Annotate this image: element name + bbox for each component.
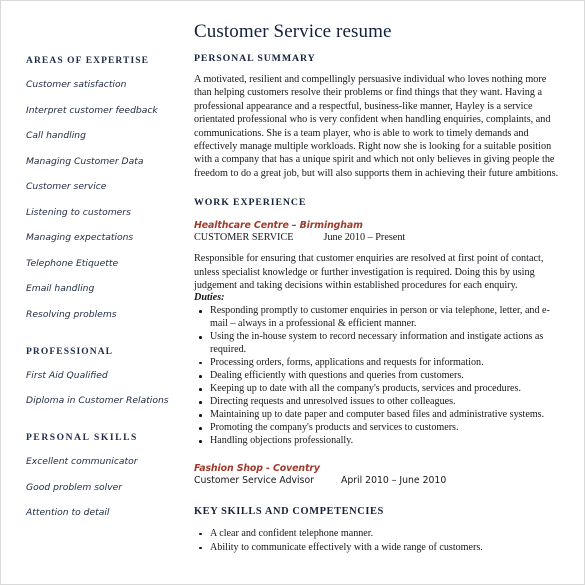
section-heading-key-skills: KEY SKILLS AND COMPETENCIES bbox=[194, 505, 384, 517]
sidebar-item-customer-satisfaction: Customer satisfaction bbox=[26, 79, 127, 90]
job-role: Customer Service Advisor bbox=[194, 474, 314, 486]
sidebar-item-first-aid-qualified: First Aid Qualified bbox=[26, 369, 108, 381]
job-employer-name: Fashion Shop - Coventry bbox=[194, 462, 320, 474]
sidebar-item-good-problem-solver: Good problem solver bbox=[26, 481, 123, 493]
list-item: Ability to communicate effectively with … bbox=[194, 542, 562, 555]
section-heading-work-experience: WORK EXPERIENCE bbox=[194, 197, 307, 209]
job-role: CUSTOMER SERVICE bbox=[194, 232, 294, 244]
main-content: Customer Service resume PERSONAL SUMMARY… bbox=[191, 1, 584, 556]
sidebar-heading-professional: PROFESSIONAL bbox=[26, 346, 114, 357]
list-item: Promoting the company's products and ser… bbox=[194, 422, 562, 435]
personal-summary-text: A motivated, resilient and compellingly … bbox=[194, 74, 559, 179]
sidebar-item-customer-service: Customer service bbox=[26, 181, 107, 192]
resume-page: AREAS OF EXPERTISE Customer satisfaction… bbox=[0, 0, 585, 585]
sidebar: AREAS OF EXPERTISE Customer satisfaction… bbox=[1, 1, 191, 533]
key-skills-list: A clear and confident telephone manner. … bbox=[194, 528, 562, 555]
sidebar-item-call-handling: Call handling bbox=[26, 130, 86, 141]
job-role-and-dates: Customer Service Advisor April 2010 – Ju… bbox=[194, 475, 562, 486]
duties-label: Duties: bbox=[194, 292, 225, 304]
list-item: Responding promptly to customer enquirie… bbox=[194, 305, 562, 330]
list-item: A clear and confident telephone manner. bbox=[194, 528, 562, 541]
job-entry-fashion-shop: Fashion Shop - Coventry Customer Service… bbox=[194, 463, 562, 486]
job-employer-name: Healthcare Centre – Birmingham bbox=[194, 220, 363, 232]
list-item: Keeping up to date with all the company'… bbox=[194, 383, 562, 396]
job-entry-healthcare-centre: Healthcare Centre – Birmingham CUSTOMER … bbox=[194, 220, 562, 448]
list-item: Handling objections professionally. bbox=[194, 435, 562, 448]
list-item: Processing orders, forms, applications a… bbox=[194, 357, 562, 370]
page-title: Customer Service resume bbox=[194, 21, 392, 42]
job-role-and-dates: CUSTOMER SERVICE June 2010 – Present bbox=[194, 232, 562, 243]
list-item: Maintaining up to date paper and compute… bbox=[194, 409, 562, 422]
sidebar-heading-personal-skills: PERSONAL SKILLS bbox=[26, 433, 138, 443]
sidebar-heading-areas-of-expertise: AREAS OF EXPERTISE bbox=[26, 56, 150, 66]
sidebar-item-interpret-customer-feedback: Interpret customer feedback bbox=[26, 104, 158, 116]
job-dates: June 2010 – Present bbox=[323, 232, 406, 244]
list-item: Using the in-house system to record nece… bbox=[194, 331, 562, 356]
sidebar-item-managing-customer-data: Managing Customer Data bbox=[26, 155, 144, 167]
sidebar-item-managing-expectations: Managing expectations bbox=[26, 232, 134, 243]
list-item: Dealing efficiently with questions and q… bbox=[194, 370, 562, 383]
sidebar-item-attention-to-detail: Attention to detail bbox=[26, 507, 110, 518]
sidebar-item-email-handling: Email handling bbox=[26, 283, 95, 294]
job-description: Responsible for ensuring that customer e… bbox=[194, 253, 544, 292]
section-heading-personal-summary: PERSONAL SUMMARY bbox=[194, 53, 316, 64]
sidebar-item-excellent-communicator: Excellent communicator bbox=[26, 456, 138, 467]
sidebar-item-telephone-etiquette: Telephone Etiquette bbox=[26, 257, 119, 269]
list-item: Directing requests and unresolved issues… bbox=[194, 396, 562, 409]
job-dates: April 2010 – June 2010 bbox=[340, 474, 447, 486]
sidebar-item-diploma-in-customer-relations: Diploma in Customer Relations bbox=[26, 395, 169, 406]
sidebar-item-listening-to-customers: Listening to customers bbox=[26, 206, 131, 218]
duties-list: Responding promptly to customer enquirie… bbox=[194, 305, 562, 448]
sidebar-item-resolving-problems: Resolving problems bbox=[26, 308, 117, 320]
